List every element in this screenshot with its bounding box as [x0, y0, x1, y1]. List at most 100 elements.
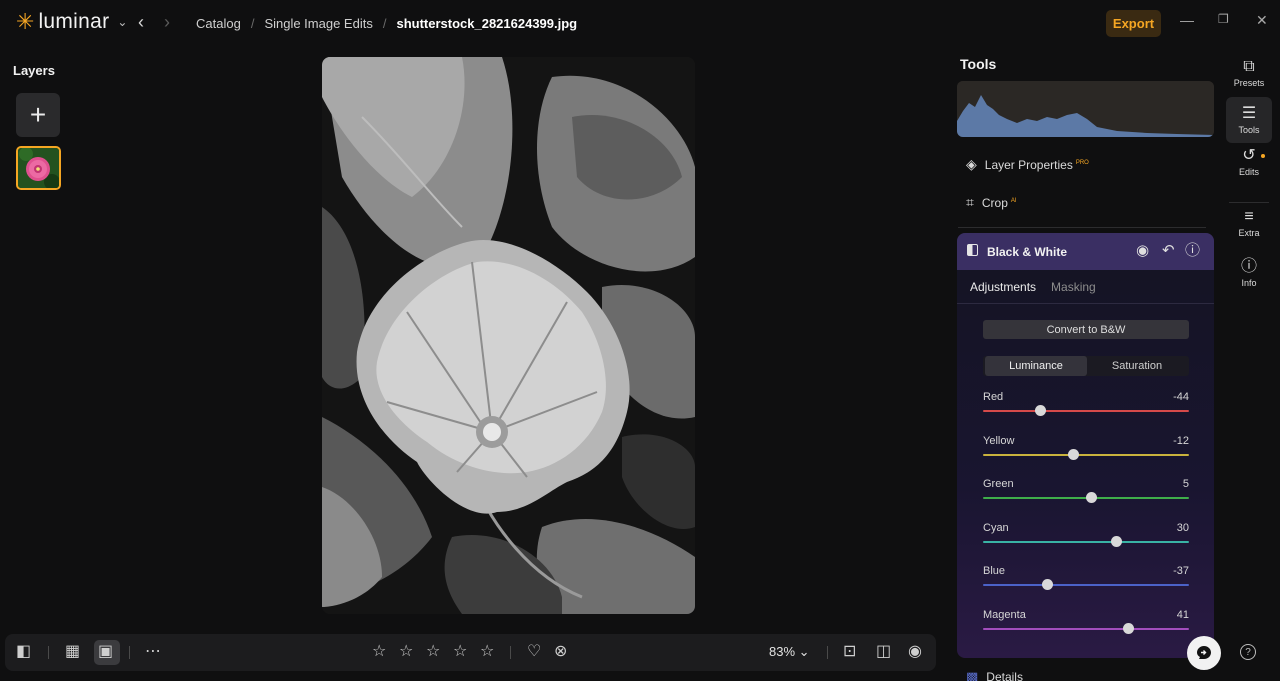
- bw-tool-icon: [967, 244, 978, 256]
- layer-properties-label: Layer Properties PRO: [985, 158, 1089, 172]
- eye-icon[interactable]: ◉: [1136, 243, 1149, 259]
- zoom-level[interactable]: 83% ⌄: [769, 644, 810, 660]
- luminance-saturation-toggle: Luminance Saturation: [983, 356, 1189, 376]
- tab-masking[interactable]: Masking: [1051, 280, 1096, 294]
- divider: [129, 646, 130, 659]
- slider-label: Red: [983, 391, 1004, 403]
- eye-icon[interactable]: ◉: [908, 642, 922, 662]
- breadcrumb-current-file: shutterstock_2821624399.jpg: [396, 16, 578, 31]
- layers-icon: ◈: [966, 156, 977, 172]
- star-5-icon[interactable]: ☆: [480, 642, 494, 662]
- rail-extra[interactable]: ≡ Extra: [1226, 200, 1272, 246]
- slider-label: Cyan: [983, 521, 1009, 534]
- star-3-icon[interactable]: ☆: [426, 642, 440, 662]
- slider-value: 41: [1176, 608, 1189, 621]
- convert-to-bw-button[interactable]: Convert to B&W: [983, 320, 1189, 339]
- crop-text: Crop: [981, 195, 1008, 210]
- layer-thumbnail[interactable]: [16, 146, 61, 190]
- divider: [1229, 202, 1269, 203]
- breadcrumb-separator: /: [250, 16, 255, 31]
- reset-icon[interactable]: ↶: [1162, 243, 1175, 259]
- divider: [510, 646, 511, 659]
- details-tool[interactable]: ▩ Details: [966, 669, 1023, 681]
- info-icon[interactable]: ⓘ: [1185, 243, 1200, 259]
- rail-tools[interactable]: ☰ Tools: [1226, 97, 1272, 143]
- chat-icon: [1197, 646, 1211, 659]
- grid-view-icon[interactable]: ▦: [65, 642, 80, 662]
- history-icon: ↺: [1242, 146, 1256, 164]
- slider-track[interactable]: [983, 627, 1189, 630]
- compare-icon[interactable]: ◫: [876, 642, 891, 662]
- reject-icon[interactable]: ⊗: [554, 642, 567, 662]
- breadcrumb-catalog[interactable]: Catalog: [196, 16, 241, 31]
- slider-cyan[interactable]: Cyan 30: [983, 522, 1189, 552]
- star-4-icon[interactable]: ☆: [453, 642, 467, 662]
- slider-yellow[interactable]: Yellow -12: [983, 435, 1189, 465]
- chevron-down-icon: ⌄: [798, 644, 810, 659]
- main-photo[interactable]: [322, 57, 695, 614]
- slider-knob[interactable]: [1068, 448, 1080, 460]
- export-button[interactable]: Export: [1106, 10, 1161, 37]
- ai-badge: AI: [1010, 197, 1017, 204]
- slider-knob[interactable]: [1085, 492, 1097, 503]
- slider-value: 5: [1182, 478, 1189, 490]
- rail-edits[interactable]: ↺ Edits: [1226, 139, 1272, 185]
- layer-properties-tool[interactable]: ◈ Layer Properties PRO: [966, 156, 1089, 173]
- more-options-icon[interactable]: ⋯: [145, 642, 161, 662]
- divider: [827, 646, 828, 659]
- help-icon[interactable]: ?: [1240, 644, 1256, 660]
- black-white-title: Black & White: [987, 245, 1068, 259]
- slider-track[interactable]: [983, 540, 1189, 543]
- slider-blue[interactable]: Blue -37: [983, 565, 1189, 595]
- slider-track[interactable]: [983, 453, 1189, 456]
- segment-luminance[interactable]: Luminance: [985, 356, 1087, 376]
- fit-screen-icon[interactable]: ⊡: [843, 642, 856, 662]
- app-menu[interactable]: ✳ luminar ⌄: [16, 10, 127, 34]
- forward-arrow-icon[interactable]: ›: [164, 12, 170, 33]
- info-icon: ⓘ: [1240, 257, 1257, 275]
- slider-track[interactable]: [983, 584, 1189, 586]
- list-icon: ≡: [1244, 207, 1254, 225]
- pro-badge: PRO: [1075, 159, 1089, 166]
- star-1-icon[interactable]: ☆: [372, 642, 386, 662]
- toggle-sidebar-icon[interactable]: ◧: [16, 642, 31, 662]
- add-layer-button[interactable]: +: [16, 93, 60, 137]
- restore-icon[interactable]: ❐: [1218, 12, 1229, 26]
- divider: [48, 646, 49, 659]
- details-label: Details: [986, 670, 1023, 681]
- star-2-icon[interactable]: ☆: [399, 642, 413, 662]
- crop-tool[interactable]: ⌗ Crop AI: [966, 194, 1017, 211]
- divider: [957, 303, 1214, 304]
- flower-thumbnail-image: [18, 148, 59, 188]
- slider-track[interactable]: [983, 410, 1189, 412]
- black-white-header[interactable]: Black & White ◉ ↶ ⓘ: [957, 233, 1214, 270]
- back-arrow-icon[interactable]: ‹: [138, 12, 144, 33]
- histogram: [957, 81, 1214, 137]
- rail-presets[interactable]: ⧉ Presets: [1226, 50, 1272, 96]
- logo-text: luminar: [38, 10, 110, 33]
- crop-label: Crop AI: [982, 196, 1017, 210]
- slider-label: Green: [983, 478, 1014, 490]
- slider-knob[interactable]: [1035, 405, 1047, 416]
- heart-icon[interactable]: ♡: [527, 642, 541, 662]
- breadcrumb-single-image-edits[interactable]: Single Image Edits: [264, 16, 372, 31]
- presets-icon: ⧉: [1243, 57, 1255, 75]
- rail-label: Tools: [1238, 124, 1260, 135]
- slider-green[interactable]: Green 5: [983, 478, 1189, 508]
- slider-value: -37: [1173, 565, 1189, 577]
- tab-adjustments[interactable]: Adjustments: [970, 280, 1036, 294]
- segment-saturation[interactable]: Saturation: [1086, 356, 1188, 376]
- histogram-graph: [957, 81, 1214, 137]
- rail-info[interactable]: ⓘ Info: [1226, 250, 1272, 296]
- minimize-icon[interactable]: —: [1180, 12, 1194, 28]
- divider: [958, 227, 1206, 228]
- slider-knob[interactable]: [1122, 622, 1134, 634]
- image-view-icon[interactable]: ▣: [98, 642, 113, 662]
- rail-label: Extra: [1238, 227, 1260, 238]
- close-icon[interactable]: ✕: [1256, 12, 1268, 29]
- slider-knob[interactable]: [1042, 579, 1054, 590]
- slider-red[interactable]: Red -44: [983, 391, 1189, 421]
- slider-knob[interactable]: [1111, 535, 1123, 547]
- chat-assistant-button[interactable]: [1187, 636, 1221, 670]
- slider-magenta[interactable]: Magenta 41: [983, 609, 1189, 639]
